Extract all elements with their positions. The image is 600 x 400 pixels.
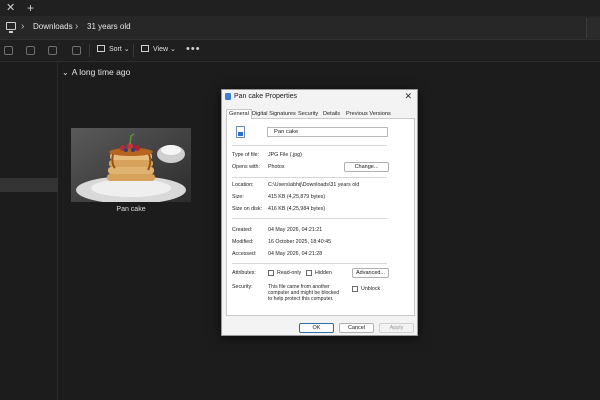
chevron-down-icon: ⌄ [170,46,176,53]
general-tab-panel: Pan cake Type of file: JPG File (.jpg) O… [226,119,415,316]
accessed-label: Accessed: [232,251,257,257]
size-on-disk-label: Size on disk: [232,206,263,212]
close-icon[interactable]: ✕ [404,91,412,102]
advanced-button[interactable]: Advanced... [352,268,389,278]
unblock-checkbox[interactable] [352,286,358,292]
apply-button[interactable]: Apply [379,323,414,333]
sort-icon [97,45,105,52]
this-pc-icon[interactable] [6,22,16,33]
nav-selected-item[interactable] [0,178,58,192]
chevron-right-icon[interactable]: › [75,21,78,32]
view-label: View [153,46,169,53]
modified-value: 16 October 2025, 18:40:45 [268,239,332,245]
file-thumbnail[interactable] [71,128,191,202]
security-message: This file came from another computer and… [268,284,340,302]
copy-icon[interactable] [26,46,35,55]
size-value: 415 KB (4,25,879 bytes) [268,194,326,200]
share-icon[interactable] [48,46,57,55]
address-bar[interactable]: › Downloads › 31 years old [0,16,600,40]
size-on-disk-value: 416 KB (4,25,984 bytes) [268,206,326,212]
attributes-label: Attributes: [232,270,256,276]
toolbar-divider [89,44,90,57]
tab-previous-versions[interactable]: Previous Versions [344,109,393,119]
view-button[interactable]: View ⌄ [141,45,176,53]
navigation-pane[interactable] [0,62,58,400]
chevron-down-icon: ⌄ [123,46,130,53]
chevron-down-icon[interactable]: ⌄ [62,68,69,77]
modified-label: Modified: [232,239,254,245]
dialog-tabs: General Digital Signatures Security Deta… [226,109,415,120]
location-label: Location: [232,182,254,188]
file-name-field[interactable]: Pan cake [267,127,388,137]
opens-with-value: Photos [268,164,285,170]
chevron-right-icon[interactable]: › [21,21,24,32]
divider [232,145,387,146]
size-label: Size: [232,194,244,200]
type-value: JPG File (.jpg) [268,152,302,158]
more-options-button[interactable]: ••• [186,43,201,55]
divider [232,263,387,264]
accessed-value: 04 May 2026, 04:21:28 [268,251,323,257]
ok-button[interactable]: OK [299,323,334,333]
hidden-label[interactable]: Hidden [315,270,332,276]
change-button[interactable]: Change... [344,162,389,172]
pancake-photo [71,128,191,202]
divider [232,177,387,178]
cancel-button[interactable]: Cancel [339,323,374,333]
delete-icon[interactable] [72,46,81,55]
search-box[interactable] [586,18,600,38]
breadcrumb-downloads[interactable]: Downloads [33,22,73,31]
image-file-icon [225,93,231,100]
toolbar-divider [133,44,134,57]
read-only-label[interactable]: Read-only [277,270,301,276]
location-value: C:\Users\abhij\Downloads\31 years old [268,182,360,188]
breadcrumb-current-folder[interactable]: 31 years old [87,22,131,31]
command-bar: Sort ⌄ View ⌄ ••• [0,40,600,62]
hidden-checkbox[interactable] [306,270,312,276]
tab-security[interactable]: Security [296,109,320,119]
created-label: Created: [232,227,253,233]
created-value: 04 May 2026, 04:21:21 [268,227,323,233]
group-header-label: A long time ago [71,67,131,77]
divider [232,218,387,219]
security-label: Security: [232,284,253,290]
sort-button[interactable]: Sort ⌄ [97,45,130,53]
opens-with-label: Opens with: [232,164,260,170]
read-only-checkbox[interactable] [268,270,274,276]
unblock-label[interactable]: Unblock [361,286,380,292]
new-tab-button[interactable]: + [27,1,34,15]
window-tab-strip: ✕ + [0,0,600,16]
dialog-title: Pan cake Properties [234,93,298,100]
cut-icon[interactable] [4,46,13,55]
properties-dialog: Pan cake Properties ✕ General Digital Si… [221,89,418,336]
group-header[interactable]: ⌄ A long time ago [62,67,130,77]
tab-digital-signatures[interactable]: Digital Signatures [250,109,298,119]
tab-details[interactable]: Details [321,109,342,119]
image-file-icon [236,126,245,138]
type-label: Type of file: [232,152,260,158]
close-tab-icon[interactable]: ✕ [6,1,15,15]
sort-label: Sort [109,46,122,53]
file-name-label[interactable]: Pan cake [71,206,191,213]
view-icon [141,45,149,52]
